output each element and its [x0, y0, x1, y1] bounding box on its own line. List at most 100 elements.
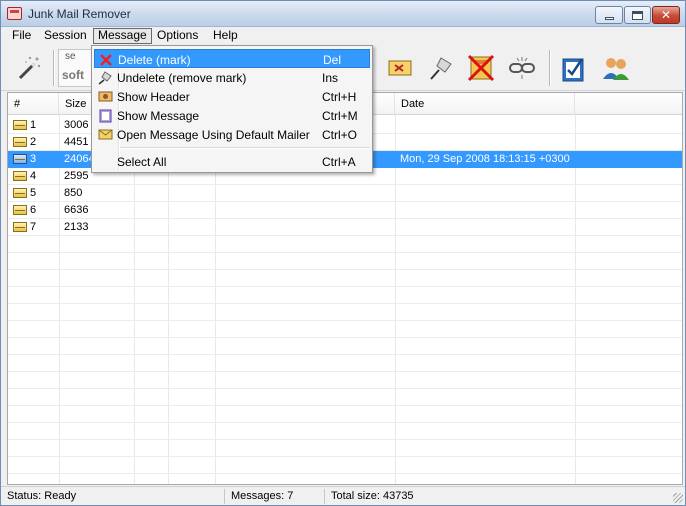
resize-grip[interactable] — [673, 493, 683, 503]
message-icon — [97, 108, 113, 123]
column-header-blank[interactable] — [575, 93, 682, 115]
pin-icon — [430, 57, 452, 80]
grid-horizontal-line — [8, 405, 682, 406]
menu-item-label: Undelete (remove mark) — [117, 71, 247, 85]
grid-horizontal-line — [8, 473, 682, 474]
menu-item-open-default-mailer[interactable]: Open Message Using Default Mailer Ctrl+O — [94, 125, 370, 144]
table-row[interactable]: 7 2133 — [8, 219, 682, 236]
menu-separator — [120, 147, 370, 149]
menu-item-show-header[interactable]: Show Header Ctrl+H — [94, 87, 370, 106]
envelope-icon — [13, 120, 27, 130]
envelope-icon — [97, 127, 113, 142]
minimize-button[interactable] — [595, 6, 623, 24]
delete-all-button[interactable] — [463, 50, 499, 86]
status-bar: Status: Ready Messages: 7 Total size: 43… — [1, 486, 685, 505]
toolbar-separator — [53, 50, 55, 86]
menu-item-delete-mark[interactable]: Delete (mark) Del — [94, 49, 370, 68]
cell-size: 850 — [64, 187, 83, 199]
cell-number: 5 — [30, 187, 37, 199]
menu-help[interactable]: Help — [209, 28, 242, 44]
toolbar-separator — [549, 50, 551, 86]
menu-item-shortcut: Ctrl+M — [322, 109, 358, 123]
menu-file[interactable]: File — [8, 28, 35, 44]
envelope-icon — [13, 154, 27, 164]
menu-item-show-message[interactable]: Show Message Ctrl+M — [94, 106, 370, 125]
users-icon — [603, 58, 629, 80]
column-header-number[interactable]: # — [8, 93, 59, 115]
grid-horizontal-line — [8, 388, 682, 389]
cell-size: 6636 — [64, 204, 89, 216]
grid-horizontal-line — [8, 303, 682, 304]
pin-button[interactable] — [423, 50, 459, 86]
envelope-icon — [13, 222, 27, 232]
combo-line1: se — [65, 51, 76, 62]
title-bar[interactable]: Junk Mail Remover ✕ — [1, 1, 685, 27]
cell-number: 1 — [30, 119, 37, 131]
menu-item-shortcut: Del — [323, 53, 342, 67]
users-button[interactable] — [597, 50, 633, 86]
combo-line2: soft — [62, 68, 84, 82]
cell-size: 24064 — [64, 153, 95, 165]
menu-session[interactable]: Session — [40, 28, 91, 44]
grid-horizontal-line — [8, 252, 682, 253]
cell-size: 2595 — [64, 170, 89, 182]
unlink-button[interactable] — [504, 50, 540, 86]
grid-horizontal-line — [8, 371, 682, 372]
maximize-button[interactable] — [624, 6, 651, 24]
envelope-icon — [13, 205, 27, 215]
cell-number: 2 — [30, 136, 37, 148]
checklist-icon — [562, 58, 584, 82]
undelete-icon — [97, 70, 113, 85]
envelope-icon — [13, 137, 27, 147]
delete-mark-icon — [388, 60, 412, 76]
menu-item-shortcut: Ins — [322, 71, 339, 85]
close-icon: ✕ — [660, 8, 672, 22]
checklist-button[interactable] — [556, 50, 592, 86]
menu-options[interactable]: Options — [153, 28, 202, 44]
magic-wand-button[interactable] — [10, 50, 46, 86]
grid-horizontal-line — [8, 320, 682, 321]
grid-horizontal-line — [8, 456, 682, 457]
menu-item-shortcut: Ctrl+A — [322, 155, 356, 169]
window-title: Junk Mail Remover — [28, 7, 131, 21]
menu-bar: File Session Message Options Help — [1, 27, 685, 45]
message-count: Messages: 7 — [225, 489, 325, 504]
envelope-icon — [13, 188, 27, 198]
delete-all-icon — [467, 54, 495, 82]
cell-size: 3006 — [64, 119, 89, 131]
table-row[interactable]: 5 850 — [8, 185, 682, 202]
menu-item-label: Select All — [117, 155, 167, 169]
total-size: Total size: 43735 — [331, 490, 414, 502]
delete-mark-button[interactable] — [382, 50, 418, 86]
close-button[interactable]: ✕ — [652, 6, 680, 24]
red-x-icon — [98, 52, 114, 67]
grid-horizontal-line — [8, 354, 682, 355]
cell-size: 2133 — [64, 221, 89, 233]
cell-size: 4451 — [64, 136, 89, 148]
grid-horizontal-line — [8, 286, 682, 287]
menu-item-undelete[interactable]: Undelete (remove mark) Ins — [94, 68, 370, 87]
menu-item-label: Open Message Using Default Mailer — [117, 128, 310, 142]
cell-number: 6 — [30, 204, 37, 216]
grid-horizontal-line — [8, 439, 682, 440]
menu-item-shortcut: Ctrl+O — [322, 128, 358, 142]
cell-number: 3 — [30, 153, 37, 165]
grid-horizontal-line — [8, 269, 682, 270]
status-text: Status: Ready — [1, 489, 225, 504]
unlink-icon — [509, 57, 535, 79]
envelope-icon — [13, 171, 27, 181]
minimize-icon — [604, 16, 614, 20]
table-row[interactable]: 6 6636 — [8, 202, 682, 219]
message-menu: Delete (mark) Del Undelete (remove mark)… — [91, 45, 373, 173]
cell-number: 7 — [30, 221, 37, 233]
app-icon[interactable] — [7, 7, 22, 20]
grid-horizontal-line — [8, 337, 682, 338]
column-header-date[interactable]: Date — [395, 93, 575, 115]
menu-item-label: Show Header — [117, 90, 190, 104]
menu-message[interactable]: Message — [93, 28, 152, 44]
menu-item-shortcut: Ctrl+H — [322, 90, 357, 104]
app-window: Junk Mail Remover ✕ File Session Message… — [0, 0, 686, 506]
menu-item-select-all[interactable]: Select All Ctrl+A — [94, 152, 370, 171]
cell-number: 4 — [30, 170, 37, 182]
maximize-icon — [632, 10, 643, 20]
